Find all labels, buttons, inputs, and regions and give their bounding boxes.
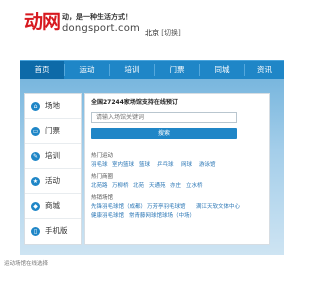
sidebar-item-label: 场地 [45, 101, 60, 110]
main-nav: 首页 运动 培训 门票 同城 资讯 [20, 60, 284, 79]
hot-area-link[interactable]: 万柳桥 [112, 183, 129, 190]
hot-venue-link[interactable]: 健康羽毛球馆 [91, 213, 124, 220]
category-sidebar: ⌂ 场地 ▭ 门票 ✎ 培训 ★ 活动 ◆ 商城 ▯ 手机版 [24, 93, 82, 245]
hot-area-link[interactable]: 天通苑 [149, 183, 166, 190]
sidebar-item-activity[interactable]: ★ 活动 [25, 169, 81, 194]
hot-areas-title: 热门商圈 [91, 174, 114, 180]
sidebar-item-mobile[interactable]: ▯ 手机版 [25, 219, 81, 244]
site-header: 动网 动，是一种生活方式！ dongsport.com 北京 [切换] [0, 0, 284, 52]
search-button[interactable]: 搜索 [91, 128, 237, 139]
nav-home[interactable]: 首页 [20, 61, 64, 79]
sidebar-item-tickets[interactable]: ▭ 门票 [25, 119, 81, 144]
nav-tickets[interactable]: 门票 [155, 61, 199, 79]
hot-venue-link[interactable]: 常青藤网球馆球场（中场） [129, 213, 195, 220]
hot-venue-link[interactable]: 先锋羽毛球馆（成都） [91, 204, 146, 211]
nav-training[interactable]: 培训 [110, 61, 154, 79]
sidebar-item-venue[interactable]: ⌂ 场地 [25, 94, 81, 119]
nav-sports[interactable]: 运动 [65, 61, 109, 79]
mall-icon: ◆ [31, 202, 40, 211]
page-footer: 运动场馆在线选择 [0, 255, 284, 281]
nav-news[interactable]: 资讯 [245, 61, 284, 79]
hot-sport-link[interactable]: 羽毛球 [91, 162, 108, 169]
hot-venue-link[interactable]: 万芳亭羽毛球馆 [147, 204, 186, 211]
hot-area-link[interactable]: 北苑路 [91, 183, 108, 190]
hot-venue-link[interactable]: 满江天软文体中心 [196, 204, 240, 211]
venue-search-input[interactable] [91, 112, 237, 123]
hot-area-link[interactable]: 北苑 [133, 183, 144, 190]
current-city: 北京 [145, 29, 159, 37]
sidebar-item-label: 活动 [45, 176, 60, 185]
hot-sport-link[interactable]: 室内篮球 [112, 162, 134, 169]
hot-sport-link[interactable]: 游泳馆 [199, 162, 216, 169]
site-slogan: 动，是一种生活方式！ [62, 13, 132, 21]
sidebar-item-label: 培训 [45, 151, 60, 160]
hot-sport-link[interactable]: 网球 [181, 162, 192, 169]
sidebar-item-mall[interactable]: ◆ 商城 [25, 194, 81, 219]
training-icon: ✎ [31, 152, 40, 161]
nav-local[interactable]: 同城 [200, 61, 244, 79]
city-selector: 北京 [切换] [145, 29, 181, 38]
sidebar-item-label: 门票 [45, 126, 60, 135]
hot-area-link[interactable]: 亦庄 [170, 183, 181, 190]
sidebar-item-training[interactable]: ✎ 培训 [25, 144, 81, 169]
activity-icon: ★ [31, 177, 40, 186]
hot-area-link[interactable]: 立水桥 [186, 183, 203, 190]
hot-sport-link[interactable]: 乒乓球 [157, 162, 174, 169]
city-switch-link[interactable]: [切换] [161, 29, 180, 37]
hot-venues-title: 热销场馆 [91, 195, 114, 201]
venue-search-panel: 全国27244家场馆支持在线预订 搜索 热门运动 羽毛球 室内篮球 篮球 乒乓球… [84, 93, 270, 245]
site-domain: dongsport.com [62, 23, 140, 34]
mobile-icon: ▯ [31, 227, 40, 236]
hot-sport-link[interactable]: 篮球 [139, 162, 150, 169]
sidebar-item-label: 商城 [45, 201, 60, 210]
ticket-icon: ▭ [31, 127, 40, 136]
panel-title: 全国27244家场馆支持在线预订 [91, 99, 178, 106]
hot-sports-title: 热门运动 [91, 153, 114, 159]
venue-icon: ⌂ [31, 102, 40, 111]
sidebar-item-label: 手机版 [45, 226, 68, 235]
site-logo[interactable]: 动网 [24, 12, 61, 32]
footer-text: 运动场馆在线选择 [4, 261, 49, 267]
